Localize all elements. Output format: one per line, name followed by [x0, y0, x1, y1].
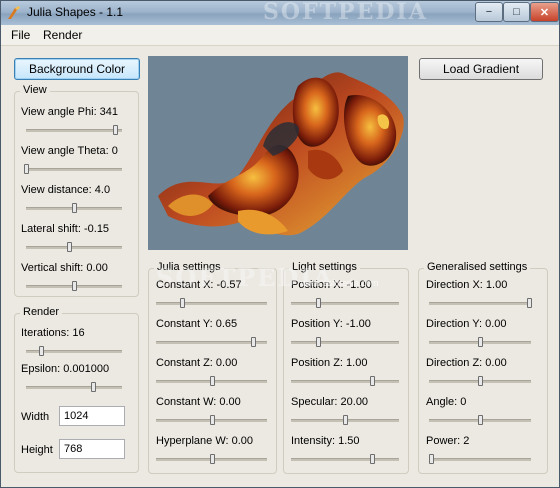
direction-x-label: Direction X: 1.00 [426, 279, 508, 291]
menu-file[interactable]: File [11, 28, 30, 42]
theta-slider[interactable] [24, 164, 122, 174]
app-icon [8, 6, 20, 19]
position-y-label: Position Y: -1.00 [291, 318, 371, 330]
constant-y-label: Constant Y: 0.65 [156, 318, 238, 330]
position-y-slider[interactable] [291, 337, 399, 347]
height-input[interactable]: 768 [59, 439, 125, 459]
constant-w-slider[interactable] [156, 415, 267, 425]
angle-label: Angle: 0 [426, 396, 467, 408]
lateral-slider[interactable] [26, 242, 122, 252]
title-bar[interactable]: Julia Shapes - 1.1 SOFTPEDIA − □ ✕ [1, 1, 559, 25]
generalised-settings-title: Generalised settings [424, 261, 531, 273]
direction-z-slider-thumb[interactable] [478, 376, 483, 386]
phi-slider[interactable] [26, 125, 122, 135]
load-gradient-button[interactable]: Load Gradient [419, 58, 543, 80]
window-title: Julia Shapes - 1.1 [27, 5, 124, 19]
constant-z-slider[interactable] [156, 376, 267, 386]
intensity-slider-thumb[interactable] [370, 454, 375, 464]
constant-y-slider-thumb[interactable] [250, 337, 256, 347]
constant-x-slider-thumb[interactable] [179, 298, 185, 308]
render-preview[interactable] [148, 56, 408, 250]
direction-z-slider[interactable] [429, 376, 531, 386]
background-color-button[interactable]: Background Color [14, 58, 140, 80]
iterations-label: Iterations: 16 [21, 327, 85, 339]
direction-y-slider[interactable] [429, 337, 531, 347]
distance-slider[interactable] [26, 203, 122, 213]
minimize-icon: − [485, 6, 493, 18]
width-input[interactable]: 1024 [59, 406, 125, 426]
vertical-slider[interactable] [26, 281, 122, 291]
constant-y-slider[interactable] [156, 337, 267, 347]
hyperplane-label: Hyperplane W: 0.00 [156, 435, 254, 447]
direction-x-slider-thumb[interactable] [526, 298, 532, 308]
angle-slider-thumb[interactable] [478, 415, 483, 425]
position-x-slider[interactable] [291, 298, 399, 308]
close-icon: ✕ [539, 6, 550, 19]
hyperplane-slider-thumb[interactable] [209, 454, 215, 464]
constant-w-slider-thumb[interactable] [209, 415, 215, 425]
softpedia-watermark-url: www.softpedia.com [301, 278, 379, 288]
power-slider-thumb[interactable] [429, 454, 435, 464]
julia-fractal-image [158, 72, 404, 236]
intensity-label: Intensity: 1.50 [291, 435, 360, 447]
direction-x-slider[interactable] [429, 298, 532, 308]
minimize-button[interactable]: − [475, 2, 503, 22]
constant-z-slider-thumb[interactable] [209, 376, 215, 386]
view-group-title: View [20, 84, 50, 96]
specular-label: Specular: 20.00 [291, 396, 369, 408]
close-button[interactable]: ✕ [530, 2, 559, 22]
direction-y-slider-thumb[interactable] [478, 337, 483, 347]
epsilon-slider-thumb[interactable] [91, 382, 97, 392]
vertical-slider-thumb[interactable] [72, 281, 77, 291]
position-y-slider-thumb[interactable] [316, 337, 321, 347]
iterations-slider[interactable] [26, 346, 122, 356]
menu-bar: File Render [1, 25, 559, 46]
constant-w-label: Constant W: 0.00 [156, 396, 241, 408]
distance-label: View distance: 4.0 [21, 184, 111, 196]
theta-label: View angle Theta: 0 [21, 145, 118, 157]
specular-slider-thumb[interactable] [343, 415, 348, 425]
height-label: Height [21, 444, 53, 456]
lateral-slider-thumb[interactable] [67, 242, 73, 252]
specular-slider[interactable] [291, 415, 399, 425]
hyperplane-slider[interactable] [156, 454, 267, 464]
menu-render[interactable]: Render [43, 28, 82, 42]
position-z-slider-thumb[interactable] [370, 376, 375, 386]
app-window: Julia Shapes - 1.1 SOFTPEDIA − □ ✕ File … [0, 0, 560, 488]
phi-label: View angle Phi: 341 [21, 106, 119, 118]
title-watermark: SOFTPEDIA [263, 0, 428, 25]
epsilon-slider[interactable] [26, 382, 122, 392]
constant-x-slider[interactable] [156, 298, 267, 308]
position-z-label: Position Z: 1.00 [291, 357, 368, 369]
render-group-title: Render [20, 306, 63, 318]
direction-z-label: Direction Z: 0.00 [426, 357, 507, 369]
position-x-slider-thumb[interactable] [316, 298, 321, 308]
vertical-label: Vertical shift: 0.00 [21, 262, 108, 274]
epsilon-label: Epsilon: 0.001000 [21, 363, 110, 375]
position-z-slider[interactable] [291, 376, 399, 386]
intensity-slider[interactable] [291, 454, 399, 464]
power-label: Power: 2 [426, 435, 470, 447]
phi-slider-thumb[interactable] [113, 125, 119, 135]
iterations-slider-thumb[interactable] [39, 346, 45, 356]
power-slider[interactable] [429, 454, 531, 464]
constant-z-label: Constant Z: 0.00 [156, 357, 238, 369]
distance-slider-thumb[interactable] [72, 203, 77, 213]
angle-slider[interactable] [429, 415, 531, 425]
width-label: Width [21, 411, 50, 423]
maximize-button[interactable]: □ [503, 2, 530, 22]
lateral-label: Lateral shift: -0.15 [21, 223, 110, 235]
theta-slider-thumb[interactable] [24, 164, 29, 174]
maximize-icon: □ [513, 6, 520, 18]
direction-y-label: Direction Y: 0.00 [426, 318, 507, 330]
